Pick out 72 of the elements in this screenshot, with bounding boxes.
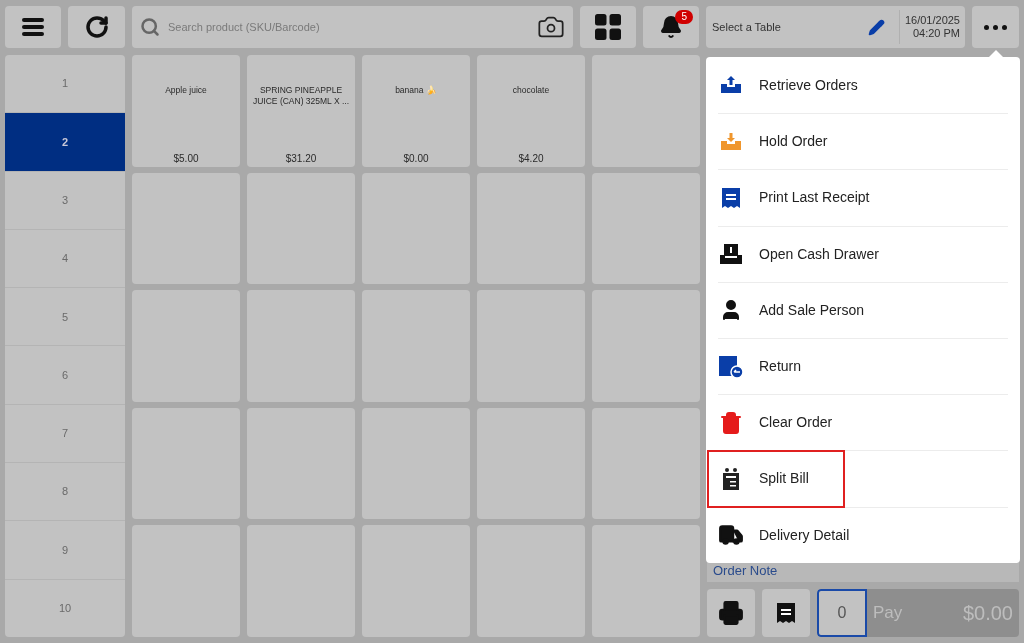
page-tab[interactable]: 2: [5, 112, 125, 171]
menu-item[interactable]: Print Last Receipt: [709, 170, 876, 225]
product-price: $0.00: [403, 151, 429, 166]
empty-tile[interactable]: [477, 407, 585, 520]
trash-icon: [719, 410, 743, 435]
empty-tile[interactable]: [132, 525, 240, 637]
empty-tile[interactable]: [477, 172, 585, 285]
product-tile[interactable]: SPRING PINEAPPLE JUICE (CAN) 325ML X ... $31.20: [247, 55, 355, 167]
empty-tile[interactable]: [477, 525, 585, 637]
search-bar[interactable]: Search product (SKU/Barcode): [132, 6, 573, 48]
grid-view-button[interactable]: [580, 6, 636, 48]
receipt-icon: [775, 601, 797, 625]
empty-tile[interactable]: [362, 172, 470, 285]
empty-tile[interactable]: [477, 290, 585, 402]
notifications-button[interactable]: 5: [643, 6, 699, 48]
product-name: SPRING PINEAPPLE JUICE (CAN) 325ML X ...: [251, 85, 350, 107]
product-tile[interactable]: banana 🍌 $0.00: [362, 55, 470, 167]
empty-tile[interactable]: [247, 290, 355, 402]
empty-tile[interactable]: [592, 525, 700, 637]
menu-item[interactable]: Split Bill: [709, 451, 843, 506]
cash-drawer-icon: [719, 243, 743, 266]
notification-count: 5: [675, 10, 693, 24]
product-tile[interactable]: chocolate $4.20: [477, 55, 585, 167]
menu-item[interactable]: Retrieve Orders: [709, 58, 864, 113]
more-button[interactable]: [972, 6, 1019, 48]
empty-tile[interactable]: [132, 407, 240, 520]
time-text: 04:20 PM: [912, 27, 960, 40]
empty-tile[interactable]: [247, 407, 355, 520]
bell-icon: [659, 15, 683, 39]
return-box-icon: [718, 354, 744, 379]
download-tray-icon: [719, 131, 743, 152]
empty-tile[interactable]: [592, 55, 700, 167]
menu-item[interactable]: Clear Order: [709, 395, 843, 450]
menu-item[interactable]: Return: [709, 339, 843, 394]
product-price: $31.20: [285, 151, 317, 166]
menu-item[interactable]: Open Cash Drawer: [709, 227, 885, 282]
menu-button[interactable]: [5, 6, 61, 48]
empty-tile[interactable]: [132, 290, 240, 402]
date-text: 16/01/2025: [904, 14, 960, 27]
product-name: banana 🍌: [395, 85, 437, 96]
empty-tile[interactable]: [362, 407, 470, 520]
empty-tile[interactable]: [247, 172, 355, 285]
product-price: $4.20: [518, 151, 544, 166]
upload-tray-icon: [719, 75, 743, 96]
empty-tile[interactable]: [592, 407, 700, 520]
menu-item[interactable]: Hold Order: [709, 114, 843, 169]
edit-icon[interactable]: [867, 18, 885, 36]
table-selector[interactable]: Select a Table: [706, 18, 868, 36]
receipt-icon: [720, 185, 742, 210]
product-price: $5.00: [173, 151, 199, 166]
product-tile[interactable]: Apple juice $5.00: [132, 55, 240, 167]
empty-tile[interactable]: [247, 525, 355, 637]
refresh-icon: [84, 15, 109, 39]
product-name: Apple juice: [165, 85, 207, 96]
refresh-button[interactable]: [68, 6, 125, 48]
receipt-button[interactable]: [762, 589, 810, 637]
grid-icon: [595, 14, 621, 40]
quantity-field[interactable]: 0: [817, 589, 867, 637]
menu-item[interactable]: Add Sale Person: [709, 283, 871, 338]
empty-tile[interactable]: [592, 172, 700, 285]
empty-tile[interactable]: [592, 290, 700, 402]
search-field[interactable]: Search product (SKU/Barcode): [168, 18, 529, 36]
split-bill-icon: [721, 466, 741, 491]
order-note-link[interactable]: Order Note: [713, 561, 778, 581]
print-button[interactable]: [707, 589, 755, 637]
search-icon: [140, 17, 160, 37]
empty-tile[interactable]: [132, 172, 240, 285]
printer-icon: [718, 600, 744, 626]
menu-item[interactable]: Delivery Detail: [709, 508, 856, 563]
product-name: chocolate: [512, 85, 550, 96]
empty-tile[interactable]: [362, 290, 470, 402]
empty-tile[interactable]: [362, 525, 470, 637]
